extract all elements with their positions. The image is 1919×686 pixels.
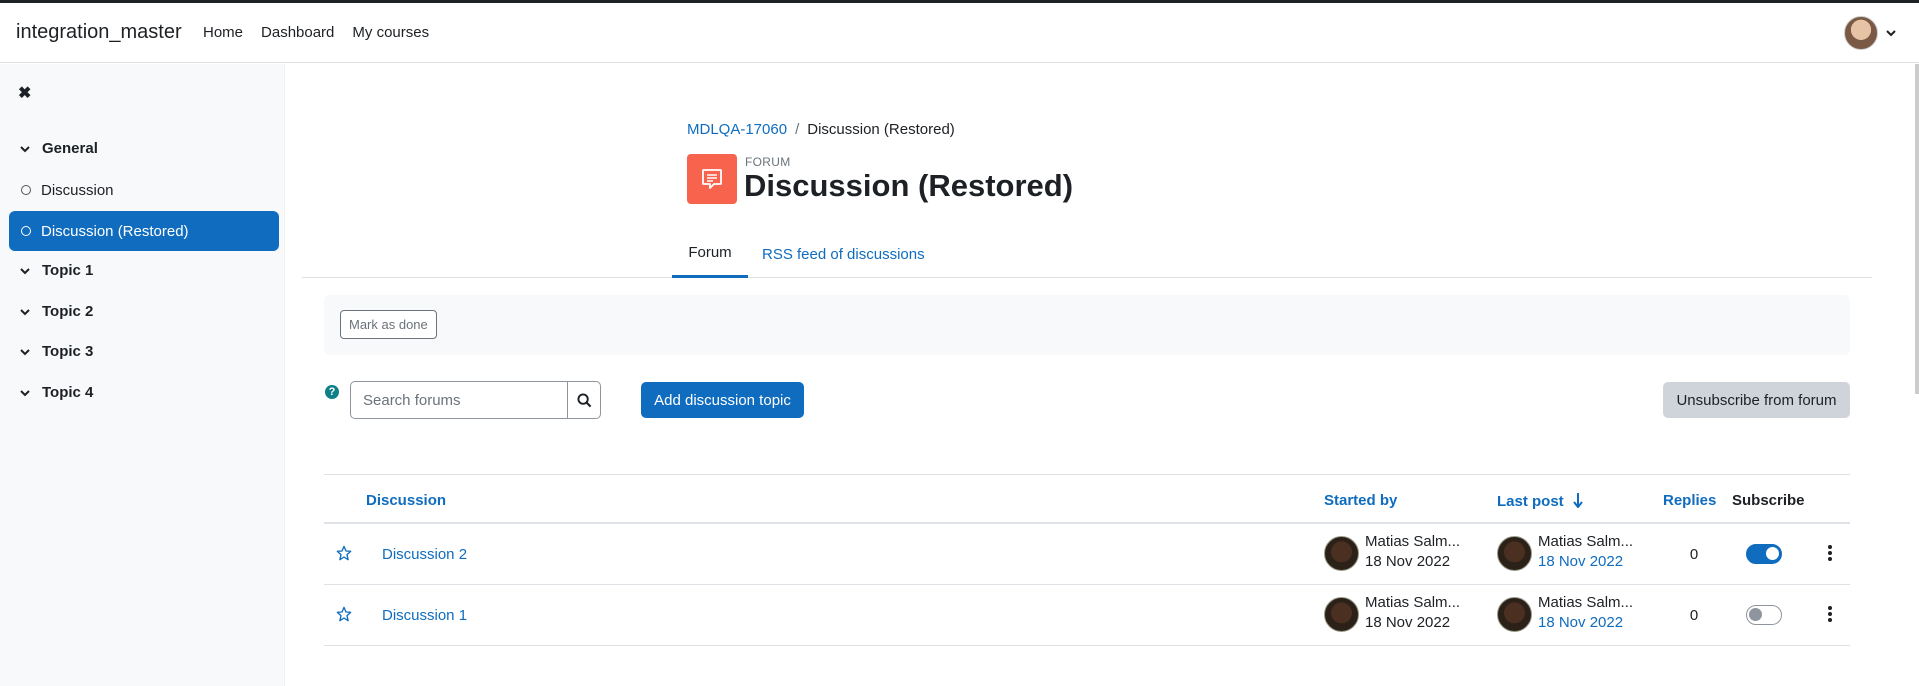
avatar[interactable]: [1497, 536, 1532, 571]
avatar[interactable]: [1324, 597, 1359, 632]
module-type-label: FORUM: [745, 155, 791, 169]
section-label: Topic 1: [42, 262, 94, 279]
last-post-author: Matias Salm...: [1538, 594, 1634, 611]
chevron-down-icon: [1886, 29, 1896, 36]
activity-label: Discussion (Restored): [41, 222, 189, 240]
section-topic-1[interactable]: Topic 1: [20, 262, 93, 279]
site-name[interactable]: integration_master: [16, 21, 182, 44]
search-forums: [350, 381, 601, 419]
chevron-down-icon: [20, 389, 30, 396]
activity-completion-bar: Mark as done: [324, 295, 1850, 355]
section-label: Topic 4: [42, 384, 94, 401]
star-icon[interactable]: [336, 606, 352, 622]
discussion-link[interactable]: Discussion 1: [382, 607, 467, 624]
unsubscribe-button[interactable]: Unsubscribe from forum: [1663, 382, 1850, 418]
user-menu[interactable]: [1844, 15, 1896, 50]
subscribe-toggle[interactable]: [1746, 605, 1782, 625]
breadcrumb: MDLQA-17060 / Discussion (Restored): [687, 121, 955, 138]
author-name: Matias Salm...: [1365, 594, 1461, 611]
header-started-by[interactable]: Started by: [1324, 492, 1397, 509]
page-scrollbar[interactable]: [1915, 64, 1919, 394]
toggle-knob: [1749, 608, 1762, 621]
search-icon: [576, 392, 591, 407]
activity-label: Discussion: [41, 181, 114, 199]
search-input[interactable]: [351, 382, 567, 418]
started-date: 18 Nov 2022: [1365, 614, 1451, 631]
breadcrumb-separator: /: [795, 121, 800, 138]
page-title: Discussion (Restored): [744, 168, 1074, 203]
last-post-author: Matias Salm...: [1538, 533, 1634, 550]
chevron-down-icon: [20, 308, 30, 315]
started-by-cell: Matias Salm... 18 Nov 2022: [1324, 533, 1464, 572]
completion-circle-icon: [21, 185, 31, 195]
header-discussion[interactable]: Discussion: [366, 492, 446, 509]
author-name: Matias Salm...: [1365, 533, 1461, 550]
last-post-date-link[interactable]: 18 Nov 2022: [1538, 613, 1637, 633]
tab-rss-feed[interactable]: RSS feed of discussions: [762, 230, 925, 278]
last-post-date-link[interactable]: 18 Nov 2022: [1538, 552, 1637, 572]
chevron-down-icon: [20, 145, 30, 152]
section-label: General: [42, 140, 98, 157]
activity-discussion[interactable]: Discussion: [9, 170, 279, 210]
avatar[interactable]: [1497, 597, 1532, 632]
tab-forum[interactable]: Forum: [672, 230, 748, 278]
section-label: Topic 2: [42, 303, 94, 320]
close-drawer-icon[interactable]: ✖: [18, 83, 31, 103]
table-row: Discussion 2 Matias Salm... 18 Nov 2022 …: [324, 524, 1850, 585]
more-actions-icon[interactable]: [1828, 606, 1832, 622]
star-icon[interactable]: [336, 545, 352, 561]
mark-as-done-button[interactable]: Mark as done: [340, 310, 437, 339]
nav-my-courses[interactable]: My courses: [352, 24, 429, 41]
header-last-post[interactable]: Last post: [1497, 492, 1583, 510]
header-replies[interactable]: Replies: [1663, 492, 1716, 509]
nav-dashboard[interactable]: Dashboard: [261, 24, 334, 41]
sort-descending-icon: [1573, 493, 1583, 509]
completion-circle-icon: [21, 226, 31, 236]
started-date: 18 Nov 2022: [1365, 553, 1451, 570]
last-post-cell: Matias Salm... 18 Nov 2022: [1497, 594, 1637, 633]
secondary-navigation: Forum RSS feed of discussions: [302, 230, 1872, 278]
help-icon[interactable]: ?: [325, 385, 339, 399]
section-general[interactable]: General: [20, 140, 98, 157]
breadcrumb-course-link[interactable]: MDLQA-17060: [687, 121, 787, 138]
course-index-drawer: ✖ General Discussion Discussion (Restore…: [0, 64, 285, 686]
discussion-list-table: Discussion Started by Last post Replies …: [324, 474, 1850, 646]
search-button[interactable]: [567, 382, 600, 418]
table-row: Discussion 1 Matias Salm... 18 Nov 2022 …: [324, 585, 1850, 646]
forum-bubble-icon: [702, 169, 722, 189]
section-topic-3[interactable]: Topic 3: [20, 343, 93, 360]
chevron-down-icon: [20, 348, 30, 355]
forum-icon: [687, 154, 737, 204]
add-discussion-topic-button[interactable]: Add discussion topic: [641, 382, 804, 418]
section-topic-4[interactable]: Topic 4: [20, 384, 93, 401]
more-actions-icon[interactable]: [1828, 545, 1832, 561]
header-subscribe: Subscribe: [1732, 492, 1805, 509]
table-header: Discussion Started by Last post Replies …: [324, 474, 1850, 524]
section-label: Topic 3: [42, 343, 94, 360]
header-last-post-label: Last post: [1497, 493, 1564, 510]
nav-home[interactable]: Home: [203, 24, 243, 41]
replies-count: 0: [1689, 607, 1699, 624]
discussion-link[interactable]: Discussion 2: [382, 546, 467, 563]
last-post-cell: Matias Salm... 18 Nov 2022: [1497, 533, 1637, 572]
top-navbar: integration_master Home Dashboard My cou…: [0, 3, 1919, 63]
activity-discussion-restored[interactable]: Discussion (Restored): [9, 211, 279, 251]
user-avatar[interactable]: [1844, 15, 1878, 50]
subscribe-toggle[interactable]: [1746, 544, 1782, 564]
started-by-cell: Matias Salm... 18 Nov 2022: [1324, 594, 1464, 633]
chevron-down-icon: [20, 267, 30, 274]
replies-count: 0: [1689, 546, 1699, 563]
avatar[interactable]: [1324, 536, 1359, 571]
section-topic-2[interactable]: Topic 2: [20, 303, 93, 320]
primary-navigation: Home Dashboard My courses: [203, 24, 447, 41]
breadcrumb-current: Discussion (Restored): [807, 121, 955, 138]
toggle-knob: [1766, 547, 1779, 560]
